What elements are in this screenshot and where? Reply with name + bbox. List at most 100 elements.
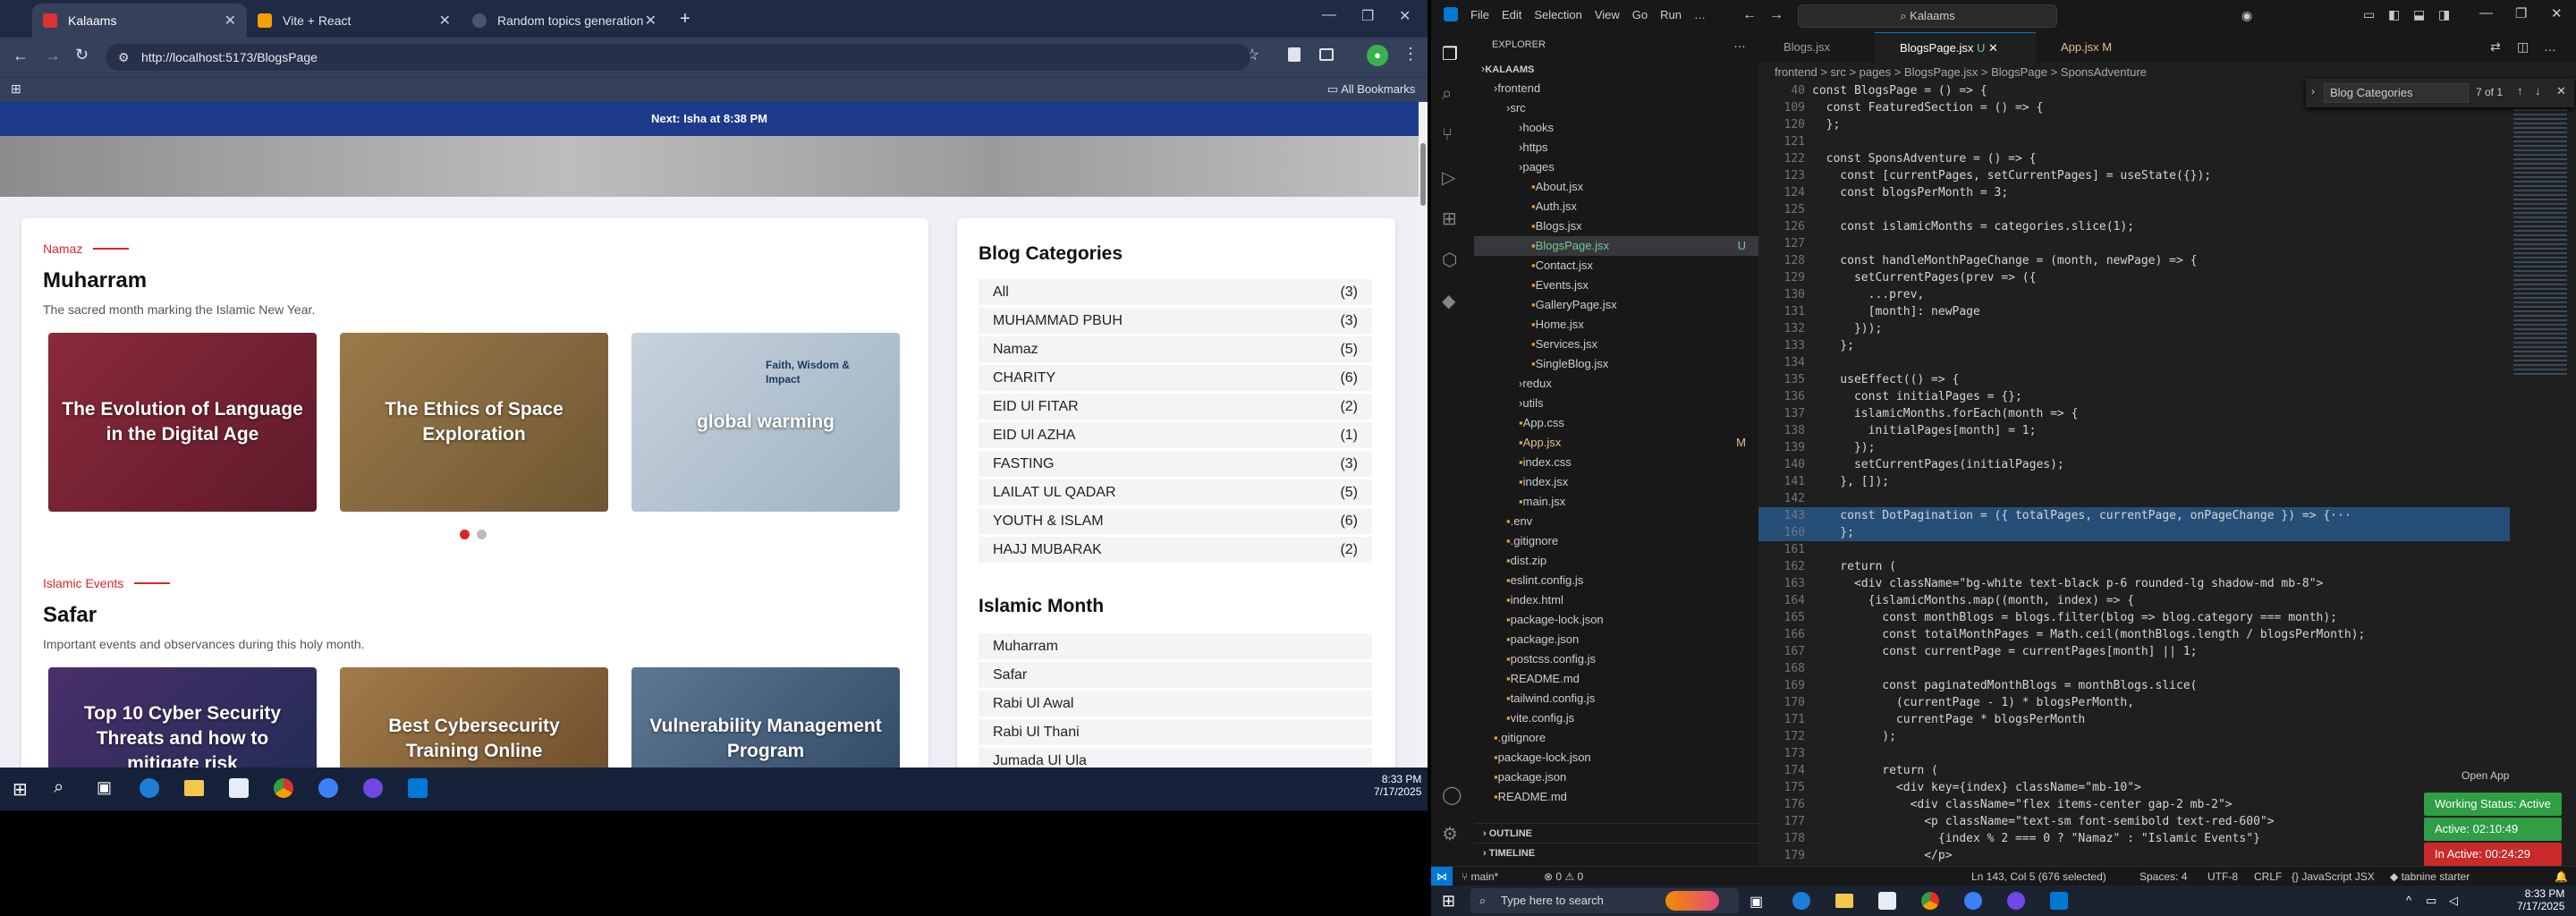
menu-item[interactable]: Edit [1502, 8, 1521, 21]
file-item[interactable]: ▪ eslint.config.js [1474, 571, 1758, 590]
code-line[interactable]: 126 const islamicMonths = categories.sli… [1758, 218, 2510, 235]
code-line[interactable]: 178 {index % 2 === 0 ? "Namaz" : "Islami… [1758, 830, 2510, 847]
code-line[interactable]: 125 [1758, 201, 2510, 218]
code-line[interactable]: 175 <div key={index} className="mb-10"> [1758, 779, 2510, 796]
blog-post-card[interactable]: Vulnerability Management Program [631, 667, 900, 768]
code-line[interactable]: 139 }); [1758, 439, 2510, 456]
code-line[interactable]: 143 const DotPagination = ({ totalPages,… [1758, 507, 2510, 524]
code-line[interactable]: 134 [1758, 354, 2510, 371]
file-item[interactable]: ▪ App.jsx M [1474, 433, 1758, 453]
code-line[interactable]: 132 })); [1758, 320, 2510, 337]
code-line[interactable]: 135 useEffect(() => { [1758, 371, 2510, 388]
toggle-secondary-icon[interactable]: ◨ [2438, 7, 2450, 22]
code-line[interactable]: 122 const SponsAdventure = () => { [1758, 150, 2510, 167]
month-item[interactable]: Rabi Ul Thani [979, 719, 1372, 745]
file-item[interactable]: ▪ App.css [1474, 413, 1758, 433]
toggle-replace-icon[interactable]: › [2311, 85, 2315, 98]
category-item[interactable]: Namaz (5) [979, 336, 1372, 362]
outline-section[interactable]: › OUTLINE [1474, 823, 1758, 843]
encoding[interactable]: UTF-8 [2207, 867, 2238, 886]
more-actions-icon[interactable]: … [2544, 39, 2556, 54]
file-item[interactable]: ▪ postcss.config.js [1474, 649, 1758, 669]
tabnine-status[interactable]: ◆ tabnine starter [2390, 867, 2470, 886]
network-icon[interactable]: ▭ [2426, 894, 2436, 908]
search-icon[interactable]: ⌕ [1442, 84, 1452, 105]
tab-kalaams[interactable]: Kalaams ✕ [32, 4, 247, 38]
file-explorer-icon[interactable] [184, 780, 204, 796]
site-info-icon[interactable]: ⚙ [118, 44, 130, 71]
code-line[interactable]: 166 const totalMonthPages = Math.ceil(mo… [1758, 626, 2510, 643]
file-item[interactable]: ▪ package-lock.json [1474, 610, 1758, 630]
minimap[interactable] [2510, 82, 2576, 866]
task-view-icon[interactable]: ▣ [97, 778, 112, 797]
file-item[interactable]: ▪ README.md [1474, 787, 1758, 807]
layout-icon[interactable]: ▭ [2363, 7, 2375, 22]
close-find-icon[interactable]: ✕ [2556, 84, 2566, 98]
file-item[interactable]: ▪ BlogsPage.jsx U [1474, 236, 1758, 256]
next-match-icon[interactable]: ↓ [2535, 84, 2541, 98]
indentation[interactable]: Spaces: 4 [2140, 867, 2187, 886]
edge-icon[interactable] [140, 778, 159, 798]
task-view-icon[interactable]: ▣ [1750, 893, 1763, 911]
file-item[interactable]: ▪ GalleryPage.jsx [1474, 295, 1758, 315]
code-line[interactable]: 179 </p> [1758, 847, 2510, 864]
more-actions-icon[interactable]: … [1733, 36, 1746, 50]
file-item[interactable]: ▪ index.html [1474, 590, 1758, 610]
file-item[interactable]: ▪ About.jsx [1474, 177, 1758, 197]
copilot-icon[interactable]: ◉ [2241, 8, 2252, 23]
file-item[interactable]: ▪ tailwind.config.js [1474, 689, 1758, 708]
category-item[interactable]: YOUTH & ISLAM (6) [979, 508, 1372, 534]
close-tab-icon[interactable]: ✕ [1988, 41, 1998, 55]
clock[interactable]: 8:33 PM 7/17/2025 [2517, 887, 2564, 912]
code-line[interactable]: 164 {islamicMonths.map((month, index) =>… [1758, 592, 2510, 609]
tray-chevron-icon[interactable]: ^ [2406, 894, 2411, 907]
search-icon[interactable]: ⌕ [54, 777, 64, 798]
category-item[interactable]: LAILAT UL QADAR (5) [979, 479, 1372, 505]
maximize-icon[interactable]: ❐ [1361, 7, 1374, 25]
carousel-dot[interactable] [477, 530, 487, 539]
app-icon[interactable] [318, 778, 338, 798]
emoji-widget-icon[interactable] [1665, 891, 1719, 911]
chrome-icon[interactable] [1921, 892, 1939, 910]
file-item[interactable]: ▪ Services.jsx [1474, 335, 1758, 354]
category-item[interactable]: CHARITY (6) [979, 365, 1372, 391]
month-item[interactable]: Rabi Ul Awal [979, 691, 1372, 717]
folder-item[interactable]: › https [1474, 138, 1758, 157]
code-line[interactable]: 177 <p className="text-sm font-semibold … [1758, 813, 2510, 830]
menu-kebab-icon[interactable]: ⋮ [1402, 45, 1419, 64]
line-ending[interactable]: CRLF [2254, 867, 2282, 886]
language-mode[interactable]: {} JavaScript JSX [2292, 867, 2375, 886]
file-item[interactable]: ▪ Events.jsx [1474, 276, 1758, 295]
tabnine-icon[interactable]: ◆ [1442, 290, 1455, 312]
forward-icon[interactable]: → [45, 47, 61, 65]
previous-match-icon[interactable]: ↑ [2517, 84, 2523, 98]
blog-post-card[interactable]: Faith, Wisdom & Impact global warming [631, 333, 900, 512]
month-item[interactable]: Muharram [979, 633, 1372, 659]
new-tab-icon[interactable]: + [680, 9, 691, 30]
vscode-icon[interactable] [2050, 892, 2068, 910]
code-line[interactable]: 129 setCurrentPages(prev => ({ [1758, 269, 2510, 286]
toggle-sidebar-icon[interactable]: ◧ [2388, 7, 2400, 22]
category-item[interactable]: EID Ul AZHA (1) [979, 422, 1372, 448]
file-item[interactable]: ▪ dist.zip [1474, 551, 1758, 571]
file-item[interactable]: ▪ .env [1474, 512, 1758, 531]
workspace-root[interactable]: › KALAAMS [1474, 59, 1758, 79]
code-line[interactable]: 120 }; [1758, 116, 2510, 133]
file-item[interactable]: ▪ Blogs.jsx [1474, 216, 1758, 236]
code-line[interactable]: 167 const currentPage = currentPages[mon… [1758, 643, 2510, 660]
address-bar[interactable]: ⚙ http://localhost:5173/BlogsPage [106, 44, 1250, 71]
vscode-icon[interactable] [408, 778, 428, 798]
extension-icon[interactable] [1288, 47, 1301, 62]
windows-start-icon[interactable]: ⊞ [13, 778, 28, 801]
windows-start-icon[interactable]: ⊞ [1442, 892, 1455, 911]
account-icon[interactable]: ◯ [1442, 784, 1462, 806]
settings-gear-icon[interactable]: ⚙ [1442, 823, 1458, 845]
toggle-panel-icon[interactable]: ⬓ [2413, 7, 2425, 22]
file-item[interactable]: ▪ Home.jsx [1474, 315, 1758, 335]
carousel-dot-active[interactable] [460, 530, 470, 539]
app-icon[interactable] [1964, 892, 1982, 910]
close-tab-icon[interactable]: ✕ [225, 12, 236, 30]
file-item[interactable]: ▪ README.md [1474, 669, 1758, 689]
folder-item[interactable]: › redux [1474, 374, 1758, 394]
menu-item[interactable]: View [1595, 8, 1620, 21]
